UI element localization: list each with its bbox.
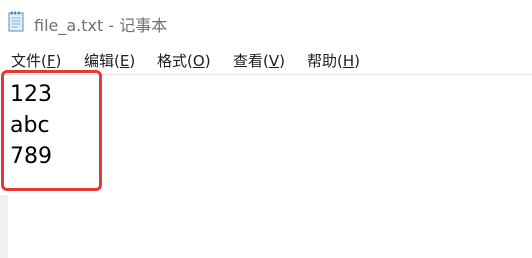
menu-view-accel: V <box>268 52 280 70</box>
menu-file-label: 文件 <box>11 52 42 70</box>
red-highlight-box <box>1 70 102 191</box>
menu-edit[interactable]: 编辑(E) <box>84 50 135 71</box>
menu-file[interactable]: 文件(F) <box>11 50 61 71</box>
notepad-icon <box>8 11 24 32</box>
menu-view[interactable]: 查看(V) <box>233 50 285 71</box>
menu-file-accel: F <box>46 52 56 70</box>
window-left-edge <box>0 195 8 258</box>
notepad-window: file_a.txt - 记事本 文件(F) 编辑(E) 格式(O) 查看(V)… <box>0 0 532 258</box>
menu-help-accel: H <box>342 52 355 70</box>
menu-help[interactable]: 帮助(H) <box>307 50 360 71</box>
menu-format-label: 格式 <box>157 52 188 70</box>
title-bar[interactable]: file_a.txt - 记事本 <box>0 0 532 44</box>
menu-format[interactable]: 格式(O) <box>157 50 211 71</box>
menu-edit-label: 编辑 <box>84 52 115 70</box>
window-title: file_a.txt - 记事本 <box>34 16 168 35</box>
menu-view-label: 查看 <box>233 52 264 70</box>
menu-help-label: 帮助 <box>307 52 338 70</box>
menu-format-accel: O <box>192 52 205 70</box>
menu-edit-accel: E <box>119 52 130 70</box>
